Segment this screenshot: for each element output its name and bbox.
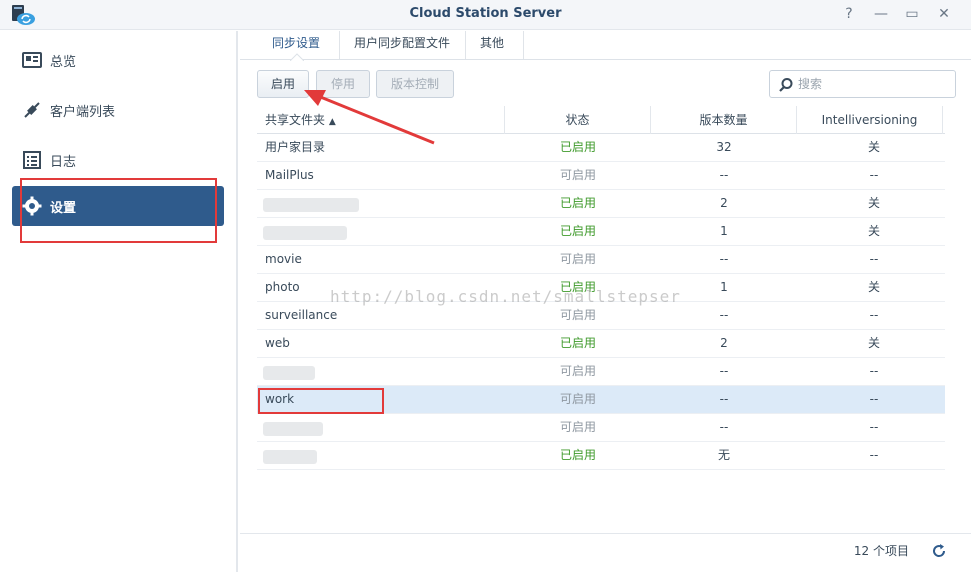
status-cell: 可启用 (559, 364, 596, 378)
version-count-cell: 2 (720, 336, 728, 350)
item-count: 12 个项目 (853, 544, 909, 558)
sidebar-item-overview[interactable]: 总览 (12, 40, 224, 80)
sidebar-item-client-list[interactable]: 客户端列表 (12, 90, 224, 130)
redacted-folder-name (263, 366, 315, 380)
sidebar: 总览 客户端列表 日志 设置 (0, 31, 238, 572)
intelliversioning-cell: -- (869, 168, 879, 182)
intelliversioning-cell: 关 (867, 196, 880, 210)
intelliversioning-cell: -- (869, 252, 879, 266)
annotation-highlight-work (258, 388, 384, 414)
folder-name: photo (265, 280, 300, 294)
version-count-cell: 32 (716, 140, 732, 154)
version-count-cell: 2 (720, 196, 728, 210)
status-cell: 已启用 (559, 336, 596, 350)
table-row[interactable]: surveillance 可启用 -- -- (257, 302, 945, 330)
redacted-folder-name (263, 450, 317, 464)
status-cell: 可启用 (559, 420, 596, 434)
column-header-intelliversioning[interactable]: Intelliversioning (797, 106, 943, 134)
sidebar-item-log[interactable]: 日志 (12, 140, 224, 180)
close-button[interactable]: ✕ (933, 4, 955, 24)
search-input[interactable] (798, 75, 948, 93)
version-count-cell: -- (719, 392, 729, 406)
folder-name: surveillance (265, 308, 338, 322)
column-header-status[interactable]: 状态 (505, 106, 651, 134)
intelliversioning-cell: -- (869, 364, 879, 378)
table-row[interactable]: 已启用 无 -- (257, 442, 945, 470)
version-count-cell: -- (719, 252, 729, 266)
sidebar-item-label: 日志 (50, 155, 77, 170)
intelliversioning-cell: -- (869, 420, 879, 434)
annotation-highlight-settings (20, 178, 217, 243)
intelliversioning-cell: 关 (867, 336, 880, 350)
table-row[interactable]: web 已启用 2 关 (257, 330, 945, 358)
redacted-folder-name (263, 422, 323, 436)
tab-user-sync-profile[interactable]: 用户同步配置文件 (340, 31, 466, 59)
table-row[interactable]: 已启用 2 关 (257, 190, 945, 218)
redacted-folder-name (263, 226, 347, 240)
status-cell: 已启用 (559, 196, 596, 210)
active-tab-indicator (290, 53, 304, 61)
table-row[interactable]: 已启用 1 关 (257, 218, 945, 246)
intelliversioning-cell: -- (869, 392, 879, 406)
window-title: Cloud Station Server (409, 6, 562, 21)
sidebar-item-label: 客户端列表 (50, 105, 116, 120)
intelliversioning-cell: -- (869, 448, 879, 462)
tab-divider (240, 59, 971, 60)
folder-name: web (265, 336, 290, 350)
status-cell: 可启用 (559, 392, 596, 406)
title-bar: Cloud Station Server ? — ▭ ✕ (0, 0, 971, 30)
maximize-button[interactable]: ▭ (901, 4, 923, 24)
redacted-folder-name (263, 198, 359, 212)
search-icon (779, 78, 793, 92)
intelliversioning-cell: 关 (867, 140, 880, 154)
table-row[interactable]: 可启用 -- -- (257, 358, 945, 386)
table-row[interactable]: 可启用 -- -- (257, 414, 945, 442)
minimize-button[interactable]: — (870, 4, 892, 24)
version-count-cell: 无 (717, 448, 730, 462)
version-count-cell: 1 (720, 224, 728, 238)
version-count-cell: -- (719, 308, 729, 322)
version-count-cell: -- (719, 420, 729, 434)
folder-name: movie (265, 252, 302, 266)
annotation-arrow (304, 90, 435, 145)
table-row[interactable]: MailPlus 可启用 -- -- (257, 162, 945, 190)
status-cell: 已启用 (559, 140, 596, 154)
intelliversioning-cell: 关 (867, 224, 880, 238)
log-icon (23, 151, 41, 169)
overview-icon (22, 52, 42, 68)
status-cell: 可启用 (559, 252, 596, 266)
tab-other[interactable]: 其他 (466, 31, 524, 59)
folder-name: MailPlus (265, 168, 314, 182)
status-cell: 可启用 (559, 308, 596, 322)
status-cell: 已启用 (559, 448, 596, 462)
search-box[interactable] (769, 70, 956, 98)
client-list-icon (24, 102, 40, 118)
intelliversioning-cell: 关 (867, 280, 880, 294)
version-count-cell: -- (719, 168, 729, 182)
version-count-cell: -- (719, 364, 729, 378)
help-button[interactable]: ? (838, 4, 860, 24)
table-row[interactable]: movie 可启用 -- -- (257, 246, 945, 274)
status-cell: 已启用 (559, 224, 596, 238)
watermark-text: http://blog.csdn.net/smallstepser (330, 287, 681, 306)
column-header-version-count[interactable]: 版本数量 (651, 106, 797, 134)
refresh-icon[interactable] (931, 543, 947, 559)
status-cell: 可启用 (559, 168, 596, 182)
footer: 12 个项目 (240, 533, 971, 572)
sidebar-item-label: 总览 (50, 55, 77, 70)
intelliversioning-cell: -- (869, 308, 879, 322)
